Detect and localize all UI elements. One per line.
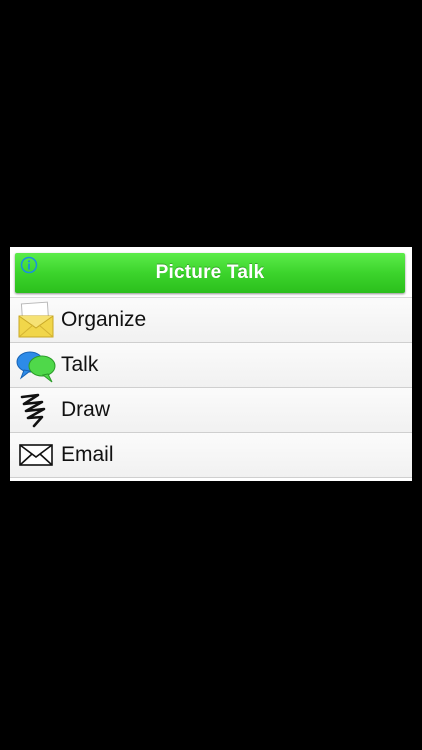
envelope-open-icon	[15, 299, 57, 341]
info-icon[interactable]	[20, 256, 38, 274]
mail-icon	[15, 434, 57, 476]
menu-item-label: Talk	[61, 353, 99, 376]
menu-item-draw[interactable]: Draw	[10, 388, 412, 433]
menu-item-label: Email	[61, 443, 114, 466]
speech-bubbles-icon	[15, 344, 57, 386]
scribble-icon	[15, 389, 57, 431]
menu-item-organize[interactable]: Organize	[10, 297, 412, 343]
page-title: Picture Talk	[155, 262, 265, 283]
menu-item-talk[interactable]: Talk	[10, 343, 412, 388]
menu-item-label: Organize	[61, 308, 147, 331]
menu-list: Organize Talk Draw Email	[10, 297, 412, 478]
app-panel: Picture Talk Organize Talk Draw Email	[10, 247, 412, 481]
menu-item-label: Draw	[61, 398, 111, 421]
menu-item-email[interactable]: Email	[10, 433, 412, 478]
header-bar: Picture Talk	[15, 253, 405, 293]
